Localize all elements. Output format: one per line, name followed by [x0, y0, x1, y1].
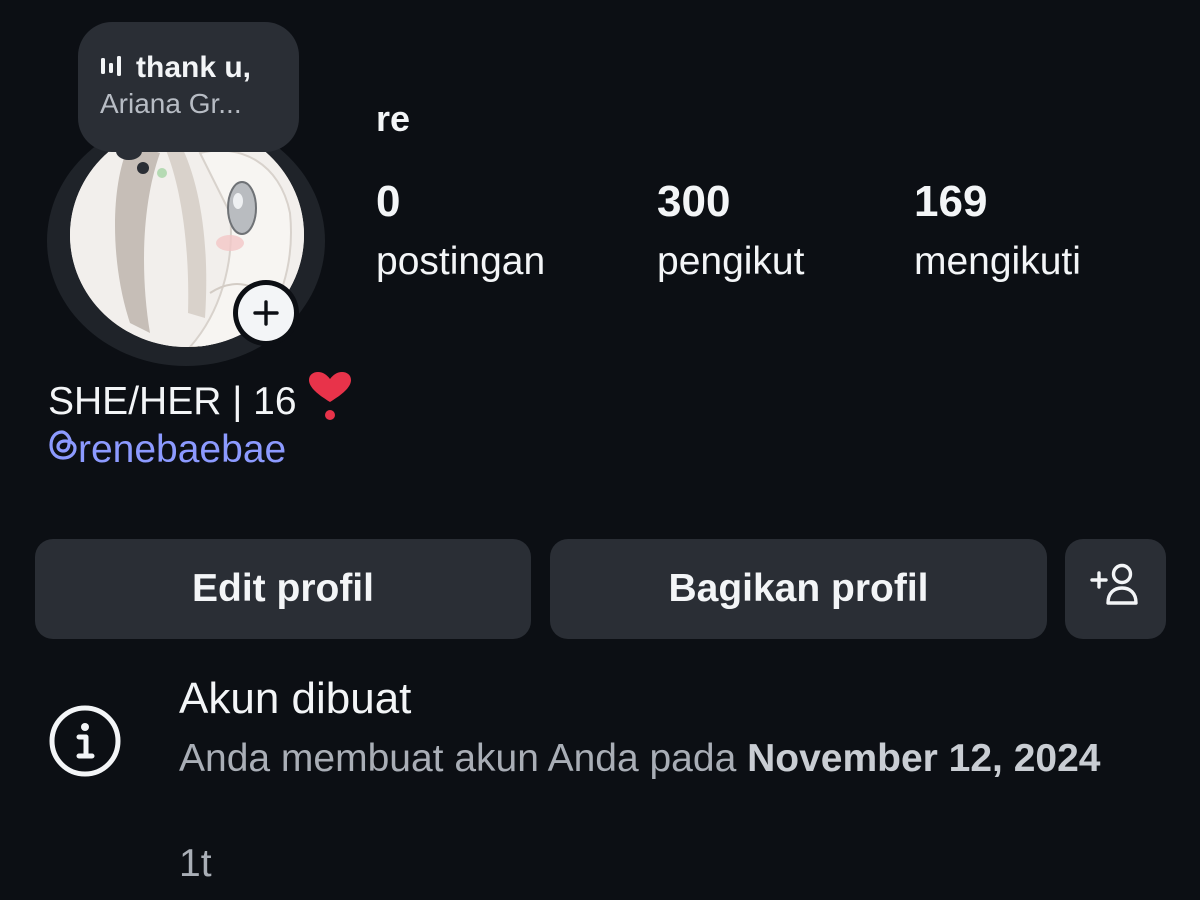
stat-followers[interactable]: 300 pengikut	[657, 178, 804, 286]
threads-username: renebaebae	[78, 428, 287, 471]
following-label: mengikuti	[914, 240, 1081, 283]
account-created-description: Anda membuat akun Anda pada November 12,…	[179, 734, 1139, 784]
bio: SHE/HER | 16	[48, 372, 353, 432]
stat-posts[interactable]: 0 postingan	[376, 178, 545, 286]
account-created-title: Akun dibuat	[179, 674, 412, 723]
profile-page: thank u, Ariana Gr... re 0 postingan 300…	[0, 0, 1200, 900]
music-bars-icon	[100, 54, 126, 83]
note-song-title: thank u,	[136, 51, 252, 84]
threads-link[interactable]: renebaebae	[48, 428, 286, 472]
discover-people-button[interactable]	[1065, 539, 1166, 639]
edit-profile-button[interactable]: Edit profil	[35, 539, 531, 639]
stat-following[interactable]: 169 mengikuti	[914, 178, 1081, 286]
plus-icon	[238, 285, 294, 341]
posts-label: postingan	[376, 240, 546, 283]
account-created-time-ago: 1t	[179, 842, 212, 885]
info-icon	[48, 704, 122, 778]
threads-icon	[48, 428, 78, 472]
heart-exclamation-icon	[307, 372, 353, 432]
add-user-icon	[1089, 561, 1143, 617]
account-created-text: Anda membuat akun Anda pada	[179, 737, 748, 780]
followers-count: 300	[657, 177, 731, 226]
share-profile-button[interactable]: Bagikan profil	[550, 539, 1047, 639]
following-count: 169	[914, 177, 988, 226]
followers-label: pengikut	[657, 240, 805, 283]
note-artist: Ariana Gr...	[100, 88, 242, 119]
note-bubble-tail-dot	[137, 162, 149, 174]
bio-text: SHE/HER | 16	[48, 380, 297, 423]
display-name: re	[376, 98, 411, 139]
note-bubble[interactable]: thank u, Ariana Gr...	[78, 22, 299, 152]
account-created-date: November 12, 2024	[747, 737, 1101, 780]
posts-count: 0	[376, 177, 401, 226]
add-story-button[interactable]	[233, 280, 299, 346]
